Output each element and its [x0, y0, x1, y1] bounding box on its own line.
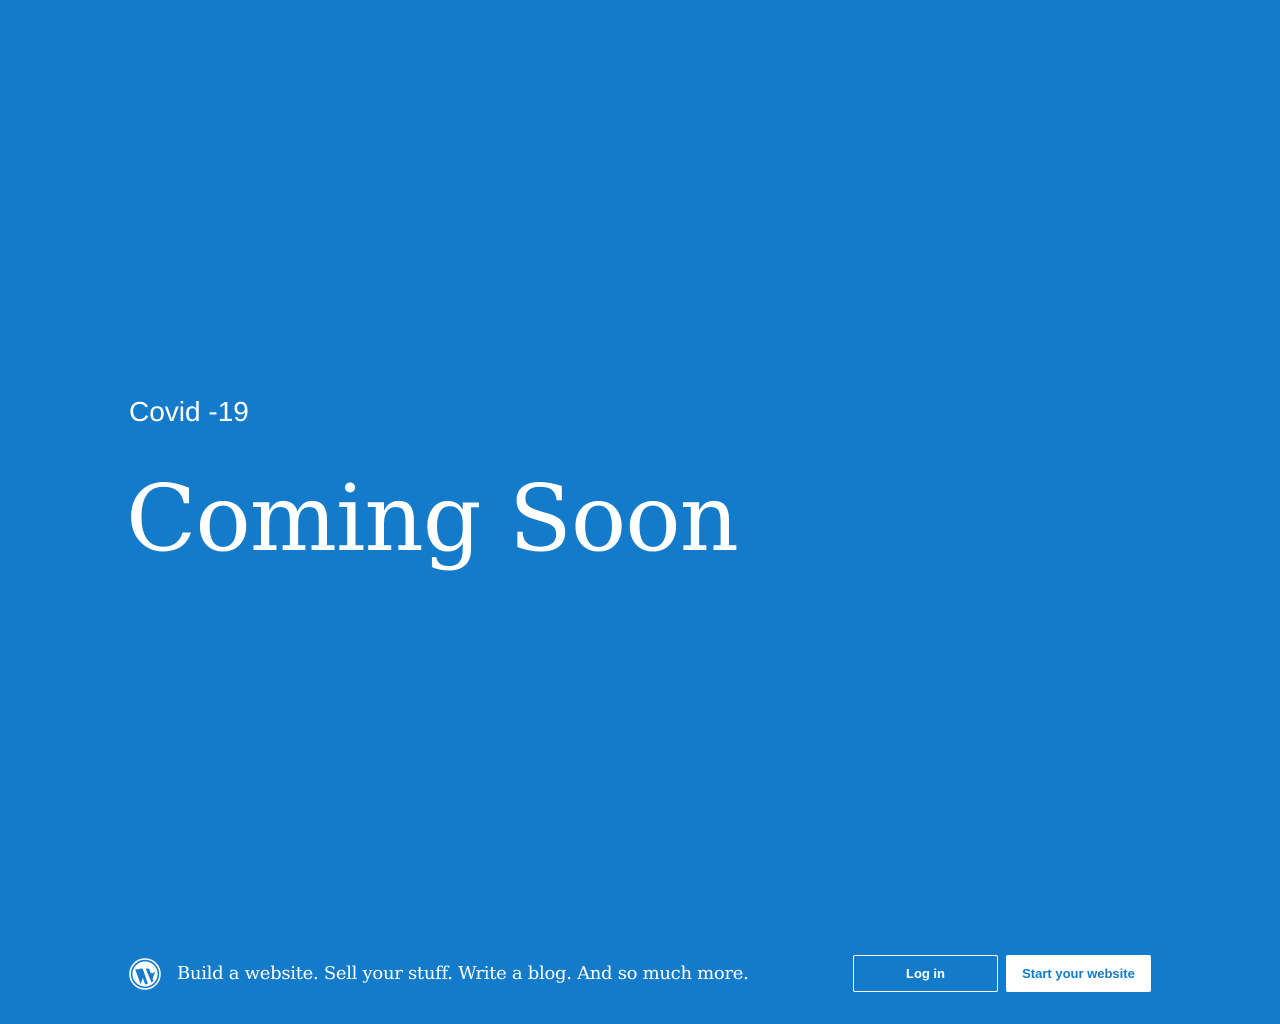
- footer-tagline: Build a website. Sell your stuff. Write …: [177, 962, 749, 984]
- login-button[interactable]: Log in: [853, 955, 998, 992]
- coming-soon-content: Covid -19 Coming Soon: [126, 393, 739, 572]
- marketing-footer: Build a website. Sell your stuff. Write …: [129, 955, 1151, 992]
- coming-soon-headline: Coming Soon: [126, 465, 739, 572]
- wordpress-logo-icon[interactable]: [129, 957, 161, 990]
- site-title: Covid -19: [129, 396, 249, 427]
- start-website-button[interactable]: Start your website: [1006, 955, 1151, 992]
